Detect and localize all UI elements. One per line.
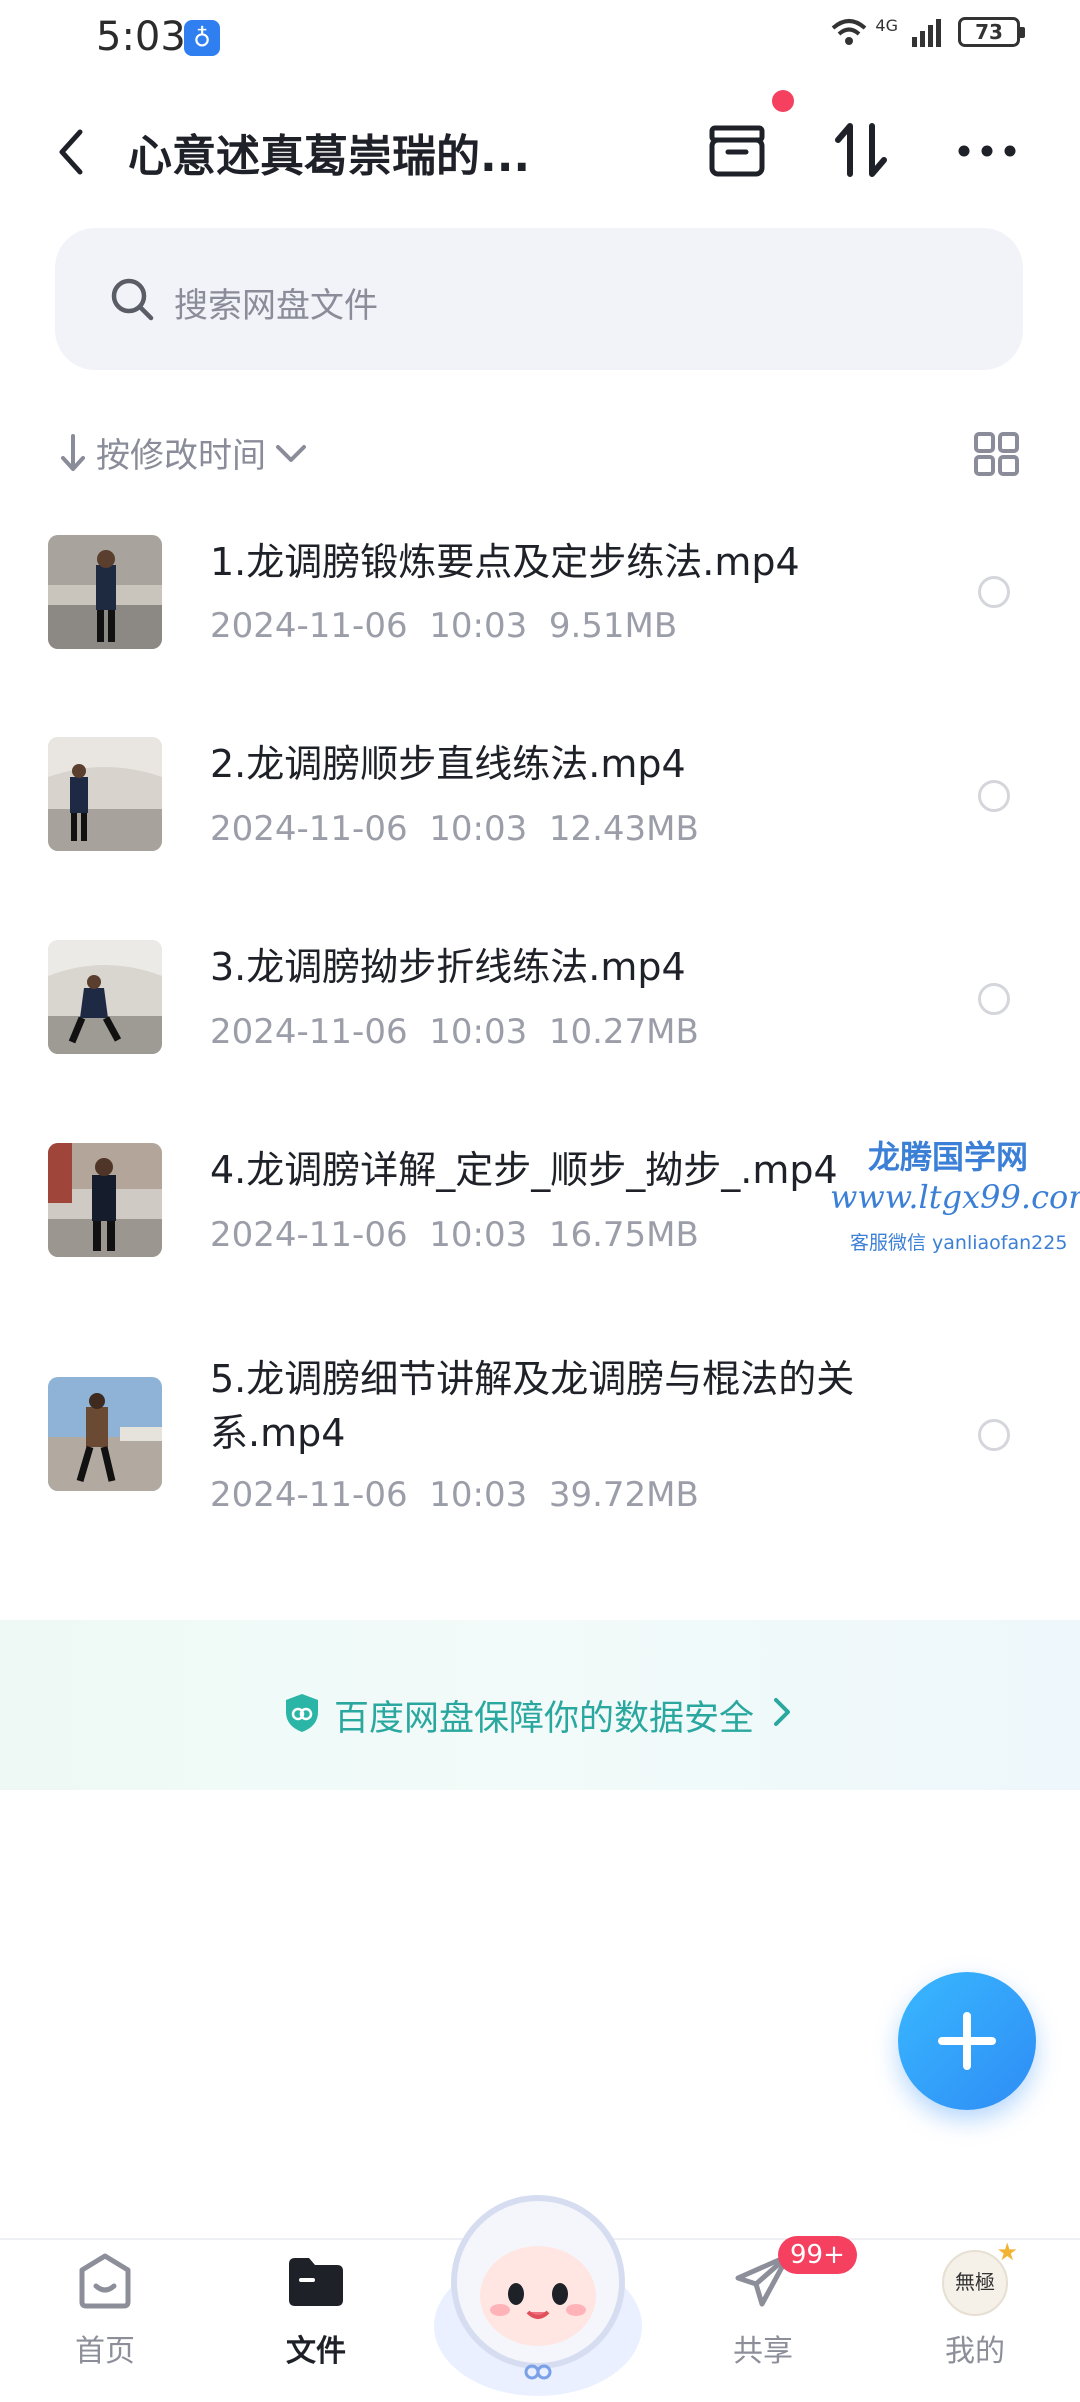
select-checkbox[interactable] bbox=[978, 983, 1010, 1015]
notification-dot bbox=[772, 90, 794, 112]
nav-label-me: 我的 bbox=[945, 2334, 1005, 2369]
file-name: 5.龙调膀细节讲解及龙调膀与棍法的关系.mp4 bbox=[210, 1357, 855, 1455]
file-name: 1.龙调膀锻炼要点及定步练法.mp4 bbox=[210, 540, 800, 584]
video-thumbnail bbox=[48, 535, 162, 649]
nav-label-home: 首页 bbox=[75, 2334, 135, 2369]
assistant-mascot-icon[interactable] bbox=[428, 2176, 648, 2400]
plus-icon bbox=[938, 2012, 996, 2070]
video-thumbnail bbox=[48, 1143, 162, 1257]
select-checkbox[interactable] bbox=[978, 576, 1010, 608]
home-icon bbox=[79, 2253, 131, 2309]
watermark-url: www.ltgx99.com bbox=[830, 1178, 1080, 1216]
security-banner-text[interactable]: 百度网盘保障你的数据安全 bbox=[334, 1690, 754, 1741]
nav-label-files: 文件 bbox=[286, 2334, 346, 2369]
chevron-right-icon bbox=[774, 1698, 790, 1726]
sort-arrow-icon bbox=[61, 433, 85, 471]
video-thumbnail bbox=[48, 737, 162, 851]
file-name: 4.龙调膀详解_定步_顺步_拗步_.mp4 bbox=[210, 1148, 838, 1192]
nav-label-share: 共享 bbox=[733, 2334, 793, 2369]
sort-label: 按修改时间 bbox=[96, 436, 266, 476]
nav-item-files[interactable]: 文件 bbox=[236, 2250, 396, 2370]
battery-icon: 73 bbox=[958, 17, 1025, 47]
sort-dropdown[interactable]: 按修改时间 bbox=[58, 428, 308, 477]
recycle-bin-icon[interactable] bbox=[704, 118, 770, 184]
watermark-contact: 客服微信 yanliaofan225 bbox=[850, 1232, 1068, 1254]
file-meta: 2024-11-06 10:03 10.27MB bbox=[210, 1012, 699, 1052]
watermark-title: 龙腾国学网 bbox=[868, 1138, 1029, 1176]
file-meta: 2024-11-06 10:03 16.75MB bbox=[210, 1215, 699, 1255]
back-icon[interactable] bbox=[50, 122, 90, 182]
page-title: 心意述真葛崇瑞的... bbox=[128, 131, 531, 182]
folder-icon bbox=[289, 2258, 343, 2306]
select-checkbox[interactable] bbox=[978, 1419, 1010, 1451]
file-meta: 2024-11-06 10:03 9.51MB bbox=[210, 606, 678, 646]
unread-badge: 99+ bbox=[778, 2236, 857, 2274]
status-icons: 4G 73 bbox=[829, 15, 1025, 48]
crown-icon: ★ bbox=[996, 2238, 1018, 2266]
file-name: 2.龙调膀顺步直线练法.mp4 bbox=[210, 742, 686, 786]
video-thumbnail bbox=[48, 1377, 162, 1491]
avatar-text: 無極 bbox=[955, 2270, 995, 2294]
search-icon bbox=[111, 278, 154, 321]
nav-item-home[interactable]: 首页 bbox=[25, 2250, 185, 2370]
more-icon[interactable] bbox=[954, 118, 1020, 184]
shield-icon bbox=[286, 1694, 318, 1732]
status-time: 5:03 bbox=[96, 14, 186, 60]
signal-icon bbox=[912, 19, 941, 47]
avatar: 無極 ★ bbox=[942, 2238, 1018, 2316]
grid-view-icon[interactable] bbox=[973, 432, 1021, 476]
chevron-down-icon bbox=[276, 444, 306, 462]
wifi-icon bbox=[832, 19, 867, 45]
nav-item-me[interactable]: 無極 ★ 我的 bbox=[895, 2238, 1055, 2370]
file-name: 3.龙调膀拗步折线练法.mp4 bbox=[210, 945, 686, 989]
notification-app-icon: ♁ bbox=[184, 20, 220, 56]
file-meta: 2024-11-06 10:03 39.72MB bbox=[210, 1475, 699, 1515]
network-type: 4G bbox=[875, 15, 898, 35]
search-placeholder: 搜索网盘文件 bbox=[174, 286, 378, 326]
add-button[interactable] bbox=[898, 1972, 1036, 2110]
file-meta: 2024-11-06 10:03 12.43MB bbox=[210, 809, 699, 849]
select-checkbox[interactable] bbox=[978, 780, 1010, 812]
video-thumbnail bbox=[48, 940, 162, 1054]
transfer-icon[interactable] bbox=[830, 118, 892, 184]
